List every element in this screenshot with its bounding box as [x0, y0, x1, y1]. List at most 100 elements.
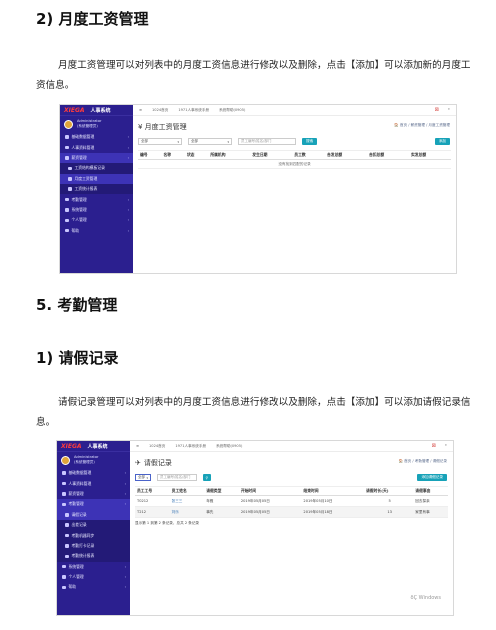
col-header[interactable]: 开始时间 [238, 486, 302, 496]
add-button[interactable]: 添加 [434, 138, 450, 145]
menu-item-punch-records[interactable]: 考勤打卡记录 [57, 540, 130, 552]
breadcrumb: 🏠 首页 / 考勤管理 / 请假记录 [398, 459, 447, 463]
tab-manual[interactable]: 1971人事系统手册 [178, 108, 209, 113]
menu-item-personal[interactable]: 个人管理 ‹ [60, 215, 133, 225]
cell-link[interactable]: 张三三 [169, 495, 205, 507]
col-header[interactable]: 编号 [138, 150, 162, 160]
col-header[interactable]: 实发总额 [408, 150, 451, 160]
more-icon[interactable]: » [445, 443, 447, 449]
menu-label: 薪资管理 [71, 154, 87, 160]
menu-item-business-trip[interactable]: 出差记录 [57, 519, 130, 531]
menu-item-personnel[interactable]: 人事资料管理 ‹ [57, 478, 130, 488]
brand-logo: XIEGA [64, 106, 85, 114]
status-select[interactable]: 全部 ▾ [135, 474, 151, 481]
search-input[interactable]: 员工编号/姓名/部门 [157, 474, 197, 481]
menu-icon [62, 492, 66, 496]
col-header[interactable]: 发生日期 [250, 150, 293, 160]
empty-message: 没有找到匹配的记录 [138, 160, 451, 169]
menu-item-salary-template[interactable]: 工资结构模板记录 [60, 163, 133, 174]
chevron-icon: ‹ [127, 228, 129, 233]
col-header[interactable]: 请假事由 [413, 486, 448, 496]
col-header[interactable]: 结束时间 [301, 486, 365, 496]
cell-link[interactable]: 刘乐 [169, 506, 205, 518]
menu-item-salary[interactable]: 薪资管理 ‹ [60, 152, 133, 164]
table-row[interactable]: T212 刘乐 事先 2019年05月05日 2019年05月18日 13 家里… [135, 506, 448, 518]
main-content: ¥ 月度工资管理 🏠 首页 / 薪资管理 / 月度工资管理 全部 ▾ 全部 ▾ 员工… [133, 116, 456, 273]
menu-label: 基础数据管理 [71, 134, 95, 140]
org-select[interactable]: 全部 ▾ [188, 138, 232, 145]
search-button[interactable]: 搜索 [302, 138, 318, 145]
menu-item-leave-records[interactable]: 请假记录 [57, 509, 130, 520]
cell: T0212 [135, 495, 170, 507]
menu-item-monthly-salary[interactable]: 月度工资管理 [60, 173, 133, 184]
menu-item-help[interactable]: 帮助 ‹ [57, 582, 130, 592]
chevron-icon: ‹ [124, 585, 126, 590]
sidebar-menu: 基础数据管理 ‹ 人事资料管理 ‹ 薪资管理 ‹ 工资结构模板记录 月度工资管理 工资… [60, 132, 133, 236]
col-header[interactable]: 员工数 [292, 150, 325, 160]
col-header[interactable]: 所属机构 [208, 150, 251, 160]
chevron-icon: ‹ [124, 575, 126, 580]
chevron-icon: ‹ [124, 491, 126, 496]
menu-icon [65, 228, 69, 233]
chevron-icon: ‹ [124, 564, 126, 569]
col-header[interactable]: 员工姓名 [169, 486, 205, 496]
col-header[interactable]: 员工工号 [135, 486, 170, 496]
menu-icon [65, 218, 69, 223]
user-panel: Administrator (系统管理员) [60, 116, 133, 132]
menu-icon [62, 471, 66, 475]
section-heading-monthly-salary: 2) 月度工资管理 [36, 10, 149, 28]
col-header[interactable]: 合扣总额 [366, 150, 409, 160]
tab-home[interactable]: 1024首页 [152, 108, 168, 113]
col-header[interactable]: 名称 [161, 150, 185, 160]
cell: 2019年05月05日 [238, 495, 302, 507]
col-header[interactable]: 状态 [184, 150, 209, 160]
close-icon[interactable]: ⊠ [432, 443, 436, 449]
menu-label: 人事资料管理 [71, 144, 95, 150]
menu-item-basic-data[interactable]: 基础数据管理 ‹ [57, 468, 130, 478]
tab-manual[interactable]: 1971人事系统手册 [175, 444, 206, 449]
status-select[interactable]: 全部 ▾ [138, 138, 182, 145]
brand-name: 人事系统 [90, 107, 111, 114]
tab-help[interactable]: 系统帮助(0905) [219, 108, 245, 113]
menu-item-salary[interactable]: 薪资管理 ‹ [57, 489, 130, 499]
search-input[interactable]: 员工编号/姓名/部门 [238, 138, 296, 145]
sidebar-menu: 基础数据管理 ‹ 人事资料管理 ‹ 薪资管理 ‹ 考勤管理 ‹ 请假记录 出差记录 考勤… [57, 468, 130, 593]
menu-toggle-icon[interactable]: ≡ [136, 444, 139, 448]
table-row[interactable]: T0212 张三三 年假 2019年05月05日 2019年05月10日 5 回… [135, 495, 448, 507]
menu-label: 人事资料管理 [68, 480, 92, 486]
menu-item-salary-report[interactable]: 工资统计报表 [60, 183, 133, 195]
col-header[interactable]: 请假时长(天) [364, 486, 414, 496]
menu-item-attendance[interactable]: 考勤管理 ‹ [60, 194, 133, 204]
menu-item-attendance-report[interactable]: 考勤统计报表 [57, 551, 130, 562]
close-icon[interactable]: ⊠ [435, 107, 439, 113]
chevron-icon: ‹ [127, 135, 129, 140]
chevron-icon: ‹ [124, 502, 126, 507]
menu-item-machine-sync[interactable]: 考勤机器同步 [57, 530, 130, 541]
menu-item-help[interactable]: 帮助 ‹ [60, 226, 133, 236]
tab-home[interactable]: 1024首页 [149, 444, 165, 449]
section-paragraph-leave-records: 请假记录管理可以对列表中的月度工资信息进行修改以及删除，点击【添加】可以添加请假… [36, 397, 471, 428]
menu-label: 考勤管理 [68, 501, 84, 507]
menu-toggle-icon[interactable]: ≡ [139, 108, 142, 112]
col-header[interactable]: 请假类型 [204, 486, 239, 496]
menu-item-attendance[interactable]: 考勤管理 ‹ [57, 499, 130, 510]
menu-label: 个人管理 [71, 217, 87, 223]
menu-label: 工资结构模板记录 [74, 165, 105, 171]
col-header[interactable]: 合发总额 [324, 150, 367, 160]
page-title-text: 请假记录 [143, 459, 172, 467]
menu-label: 月度工资管理 [74, 175, 98, 181]
menu-item-personal[interactable]: 个人管理 ‹ [57, 572, 130, 582]
search-icon[interactable]: ⚲ [203, 474, 211, 481]
more-icon[interactable]: » [448, 107, 450, 113]
menu-icon [65, 513, 69, 517]
menu-item-personnel[interactable]: 人事资料管理 ‹ [60, 142, 133, 152]
section-paragraph-monthly-salary: 月度工资管理可以对列表中的月度工资信息进行修改以及删除，点击【添加】可以添加新的… [36, 60, 471, 91]
chevron-down-icon: ▾ [227, 139, 229, 144]
status-select-value: 全部 [138, 475, 145, 479]
add-leave-button[interactable]: 添加请假记录 [417, 474, 447, 481]
menu-item-system[interactable]: 系统管理 ‹ [57, 562, 130, 572]
tab-help[interactable]: 系统帮助(0905) [216, 444, 242, 449]
breadcrumb: 🏠 首页 / 薪资管理 / 月度工资管理 [394, 123, 450, 127]
menu-item-basic-data[interactable]: 基础数据管理 ‹ [60, 132, 133, 142]
menu-item-system[interactable]: 系统管理 ‹ [60, 205, 133, 215]
